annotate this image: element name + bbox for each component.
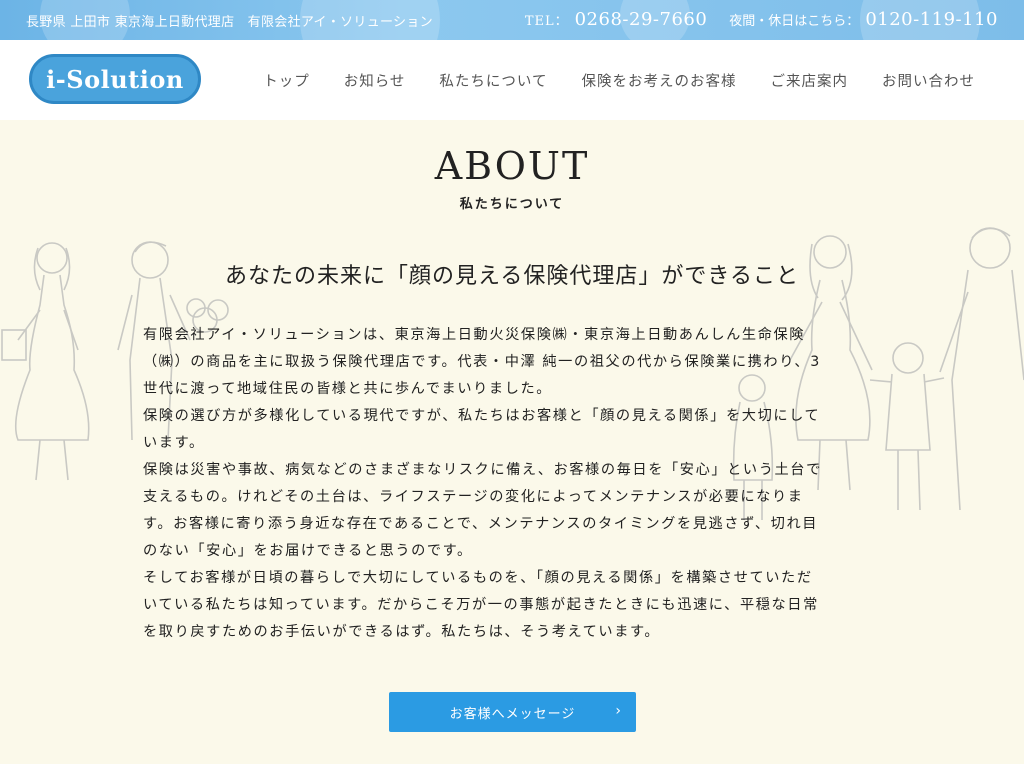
about-body: 有限会社アイ・ソリューションは、東京海上日動火災保険㈱・東京海上日動あんしん生命… xyxy=(143,322,879,646)
body-line: 保険は災害や事故、病気などのさまざまなリスクに備え、お客様の毎日を「安心」という… xyxy=(143,462,822,478)
contact-info: TEL： 0268-29-7660 夜間・休日はこちら： 0120-119-11… xyxy=(525,9,998,30)
about-title: ABOUT xyxy=(434,144,590,188)
nav-contact[interactable]: お問い合わせ xyxy=(865,70,1024,91)
body-line: 世代に渡って地域住民の皆様と共に歩んでまいりました。 xyxy=(143,381,553,397)
body-line: （㈱）の商品を主に取扱う保険代理店です。代表・中澤 純一の祖父の代から保険業に携… xyxy=(143,354,821,370)
night-number[interactable]: 0120-119-110 xyxy=(865,9,998,30)
body-line: す。お客様に寄り添う身近な存在であることで、メンテナンスのタイミングを見逃さず、… xyxy=(143,516,819,532)
body-line: います。 xyxy=(143,435,205,451)
site-logo[interactable]: i-Solution xyxy=(29,54,201,104)
site-header: i-Solution トップ お知らせ 私たちについて 保険をお考えのお客様 ご… xyxy=(0,40,1024,120)
body-line: を取り戻すためのお手伝いができるはず。私たちは、そう考えています。 xyxy=(143,624,661,640)
about-section: ABOUT 私たちについて あなたの未来に「顔の見える保険代理店」ができること … xyxy=(0,120,1024,764)
body-line: 支えるもの。けれどその土台は、ライフステージの変化によってメンテナンスが必要にな… xyxy=(143,489,804,505)
tel-number[interactable]: 0268-29-7660 xyxy=(575,9,708,30)
about-headline: あなたの未来に「顔の見える保険代理店」ができること xyxy=(225,264,799,289)
main-nav: トップ お知らせ 私たちについて 保険をお考えのお客様 ご来店案内 お問い合わせ xyxy=(246,40,1024,120)
body-line: のない「安心」をお届けできると思うのです。 xyxy=(143,543,473,559)
chevron-right-icon: › xyxy=(615,703,622,719)
body-line: そしてお客様が日頃の暮らしで大切にしているものを、「顔の見える関係」を構築させて… xyxy=(143,570,813,586)
tel-label: TEL： xyxy=(524,14,569,29)
logo-text: i-Solution xyxy=(46,64,184,94)
nav-news[interactable]: お知らせ xyxy=(327,70,423,91)
body-line: 保険の選び方が多様化している現代ですが、私たちはお客様と「顔の見える関係」を大切… xyxy=(143,408,821,424)
location-text: 長野県 上田市 東京海上日動代理店 有限会社アイ・ソリューション xyxy=(26,15,433,30)
night-label: 夜間・休日はこちら： xyxy=(729,14,860,29)
message-button[interactable]: お客様へメッセージ › xyxy=(389,692,636,732)
about-subtitle: 私たちについて xyxy=(459,197,565,212)
nav-insurance[interactable]: 保険をお考えのお客様 xyxy=(565,70,754,91)
body-line: 有限会社アイ・ソリューションは、東京海上日動火災保険㈱・東京海上日動あんしん生命… xyxy=(143,327,806,343)
nav-visit[interactable]: ご来店案内 xyxy=(754,70,866,91)
body-line: いている私たちは知っています。だからこそ万が一の事態が起きたときにも迅速に、平穏… xyxy=(143,597,819,613)
message-button-label: お客様へメッセージ xyxy=(449,706,576,722)
nav-about[interactable]: 私たちについて xyxy=(422,70,564,91)
nav-top[interactable]: トップ xyxy=(246,70,327,91)
top-info-bar: 長野県 上田市 東京海上日動代理店 有限会社アイ・ソリューション TEL： 02… xyxy=(0,0,1024,40)
